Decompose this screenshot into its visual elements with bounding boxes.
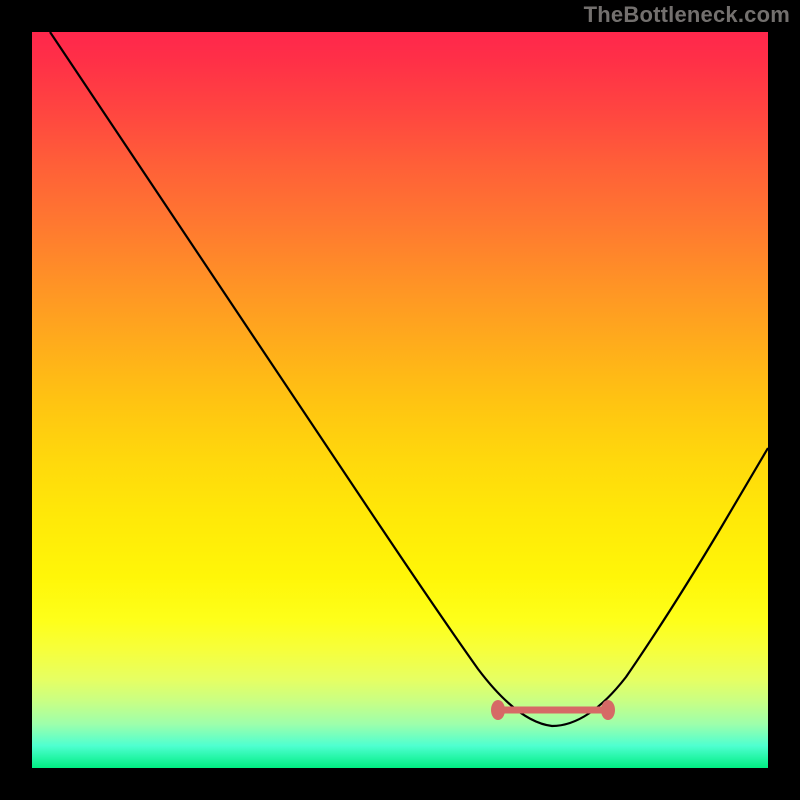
plot-area	[32, 32, 768, 768]
chart-frame: TheBottleneck.com	[0, 0, 800, 800]
optimal-range-start-dot	[491, 700, 505, 720]
bottleneck-curve	[50, 32, 768, 726]
optimal-range-end-dot	[601, 700, 615, 720]
curve-layer	[32, 32, 768, 768]
watermark-text: TheBottleneck.com	[584, 2, 790, 28]
